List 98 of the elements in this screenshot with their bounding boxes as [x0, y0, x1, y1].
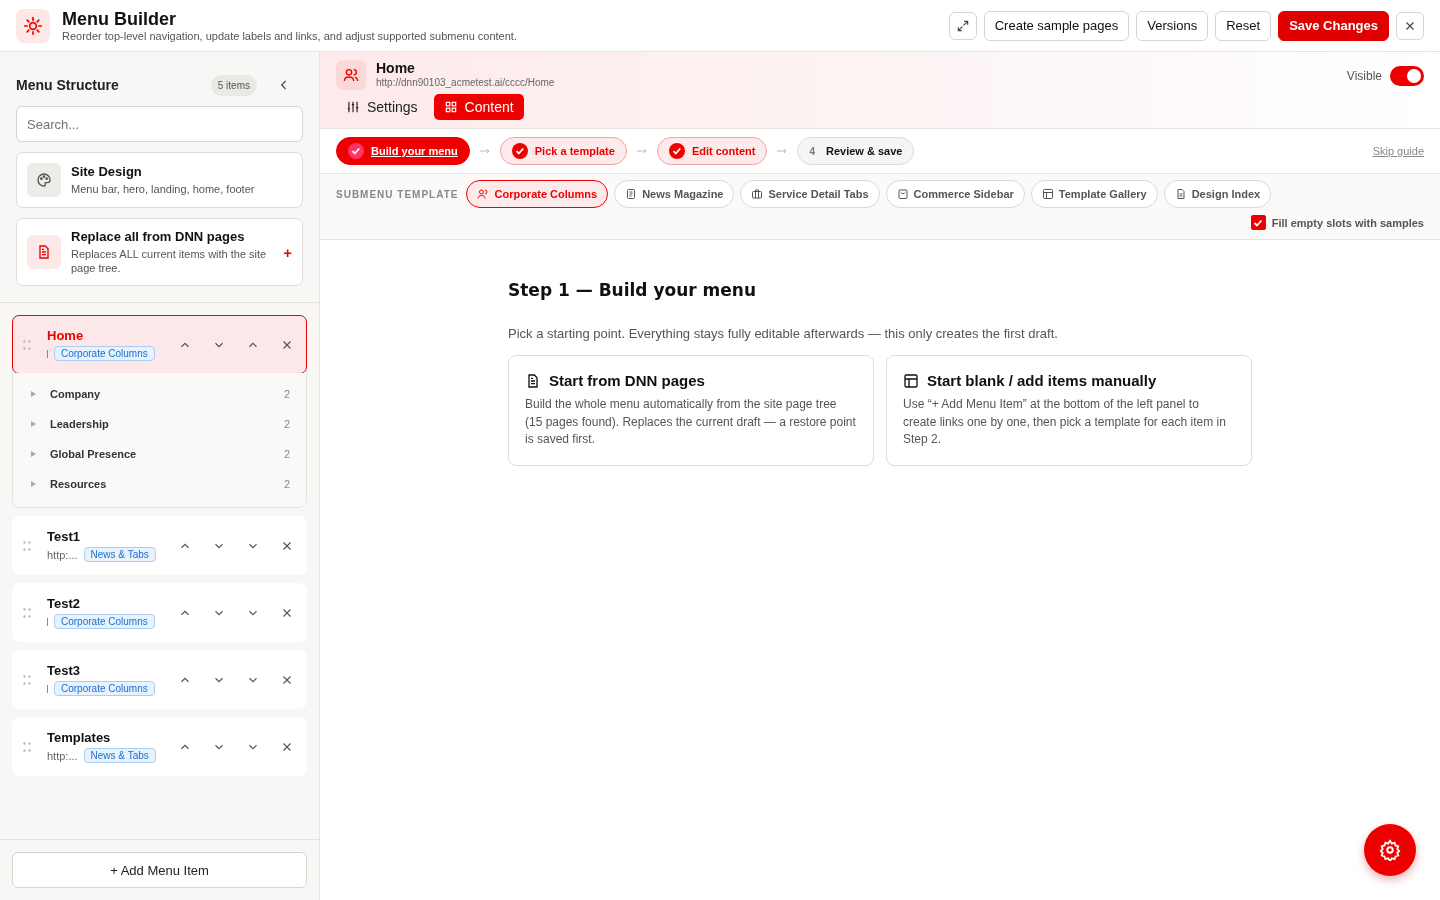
sun-logo-icon	[16, 8, 50, 43]
newspaper-icon	[625, 188, 638, 200]
caret-icon	[31, 421, 36, 427]
menu-item[interactable]: Test1 http:... News & Tabs	[12, 516, 307, 575]
document-icon	[525, 372, 541, 389]
template-tag: Corporate Columns	[54, 346, 155, 361]
template-chip[interactable]: Corporate Columns	[466, 180, 609, 208]
arrow-icon	[636, 148, 647, 154]
option-title: Start blank / add items manually	[927, 372, 1157, 389]
check-icon	[668, 143, 685, 159]
submenu-item[interactable]: Leadership 2	[13, 409, 306, 439]
tab[interactable]: Settings	[336, 94, 428, 120]
search-field[interactable]: Search...	[16, 106, 303, 142]
users-icon	[477, 188, 490, 200]
count-badge: 5 items	[210, 74, 257, 96]
template-chip[interactable]: Template Gallery	[1030, 180, 1158, 208]
tab[interactable]: Content	[433, 94, 524, 120]
card-description: Replaces ALL current items with the site page tree.	[71, 247, 268, 275]
bag-icon	[896, 188, 909, 200]
item-label: Home	[47, 328, 85, 343]
template-tag: Corporate Columns	[54, 614, 155, 629]
toolbar-button[interactable]: Reset	[1215, 10, 1272, 41]
step-pill[interactable]: Build your menu	[336, 137, 470, 165]
caret-icon	[31, 391, 36, 397]
step-description: Pick a starting point. Everything stays fully editable afterwards — this only creates the first draft.	[508, 326, 1059, 341]
drag-handle-icon[interactable]	[23, 741, 31, 752]
drag-handle-icon[interactable]	[23, 674, 31, 685]
drag-handle-icon[interactable]	[23, 607, 31, 618]
item-url: http:...	[47, 749, 78, 762]
submenu-item[interactable]: Global Presence 2	[13, 439, 306, 469]
step-pill[interactable]: Edit content	[656, 137, 768, 165]
arrow-icon	[479, 148, 490, 154]
check-icon	[348, 143, 364, 159]
app-title: Menu Builder	[62, 9, 177, 30]
caret-icon	[31, 481, 36, 487]
grid-icon	[443, 100, 458, 114]
action-card[interactable]: Site Design Menu bar, hero, landing, home, footer	[16, 152, 303, 208]
option-description: Build the whole menu automatically from the site page tree (15 pages found). Replaces the current draft — a restore point is saved first.	[525, 396, 857, 448]
menu-item[interactable]: Test2 Corporate Columns	[12, 583, 307, 642]
save-button[interactable]: Save Changes	[1278, 10, 1389, 41]
step-heading: Step 1 — Build your menu	[508, 280, 758, 300]
item-label: Templates	[47, 730, 112, 745]
briefcase-icon	[751, 188, 764, 200]
caret-icon	[31, 451, 36, 457]
toolbar-button[interactable]: Create sample pages	[983, 10, 1130, 41]
template-tag: Corporate Columns	[54, 681, 155, 696]
option-description: Use “+ Add Menu Item” at the bottom of the left panel to create links one by one, then pick a template for each item in Step 2.	[903, 396, 1227, 448]
check-icon	[1253, 217, 1264, 228]
panel-title: Menu Structure	[16, 77, 120, 93]
template-chip[interactable]: Service Detail Tabs	[740, 180, 880, 208]
card-title: Replace all from DNN pages	[71, 229, 246, 244]
option-card[interactable]: Start from DNN pages Build the whole menu automatically from the site page tree (15 pages found). Replaces the current draft — a restore point is saved first.	[508, 355, 874, 466]
visible-label: Visible	[1346, 69, 1382, 83]
arrow-icon	[777, 148, 788, 154]
checkbox[interactable]	[1250, 215, 1266, 230]
item-label: Test1	[47, 529, 81, 544]
drag-handle-icon[interactable]	[23, 540, 31, 551]
menu-item[interactable]: Templates http:... News & Tabs	[12, 717, 307, 776]
item-url: http:...	[47, 548, 78, 561]
item-label: Test3	[47, 663, 81, 678]
submenu-item[interactable]: Resources 2	[13, 469, 306, 499]
layout-icon	[1041, 188, 1054, 200]
submenu-item[interactable]: Company 2	[13, 379, 306, 409]
menu-item[interactable]: Home Corporate Columns	[12, 315, 307, 374]
step-pill[interactable]: Pick a template	[499, 137, 627, 165]
card-description: Menu bar, hero, landing, home, footer	[71, 182, 256, 196]
action-card[interactable]: Replace all from DNN pages Replaces ALL current items with the site page tree. +	[16, 218, 303, 286]
template-chip[interactable]: News Magazine	[614, 180, 735, 208]
check-icon	[511, 143, 528, 159]
settings-icon[interactable]	[1364, 824, 1416, 876]
document-icon	[36, 244, 52, 260]
toolbar-button[interactable]: Versions	[1136, 10, 1209, 41]
template-chip[interactable]: Design Index	[1163, 180, 1272, 208]
document-icon	[1174, 188, 1187, 200]
item-title: Home	[376, 60, 416, 76]
item-url: http://dnn90103_acmetest.ai/cccc/Home	[376, 77, 556, 88]
checkbox-label: Fill empty slots with samples	[1271, 216, 1424, 229]
add-action[interactable]: +	[283, 243, 292, 261]
visible-toggle[interactable]	[1390, 66, 1424, 86]
drag-handle-icon[interactable]	[23, 339, 31, 350]
option-card[interactable]: Start blank / add items manually Use “+ Add Menu Item” at the bottom of the left panel to create links one by one, then pick a template for each item in Step 2.	[886, 355, 1252, 466]
skip-guide-link[interactable]: Skip guide	[1372, 145, 1424, 157]
step-pill[interactable]: 4 Review & save	[797, 137, 915, 165]
option-title: Start from DNN pages	[549, 372, 705, 389]
menu-item[interactable]: Test3 Corporate Columns	[12, 650, 307, 709]
layout-icon	[903, 372, 919, 389]
sliders-icon	[346, 100, 360, 114]
item-label: Test2	[47, 596, 81, 611]
users-icon	[336, 60, 366, 90]
add-menu-item-button[interactable]: + Add Menu Item	[12, 852, 307, 888]
app-subtitle: Reorder top-level navigation, update labels and links, and adjust supported submenu content.	[62, 30, 518, 42]
template-chip[interactable]: Commerce Sidebar	[885, 180, 1025, 208]
section-label: SUBMENU TEMPLATE	[336, 188, 459, 200]
template-tag: News & Tabs	[83, 748, 156, 763]
palette-icon	[36, 172, 52, 188]
template-tag: News & Tabs	[83, 547, 156, 562]
expand-icon[interactable]	[948, 11, 977, 40]
card-title: Site Design	[71, 164, 143, 179]
